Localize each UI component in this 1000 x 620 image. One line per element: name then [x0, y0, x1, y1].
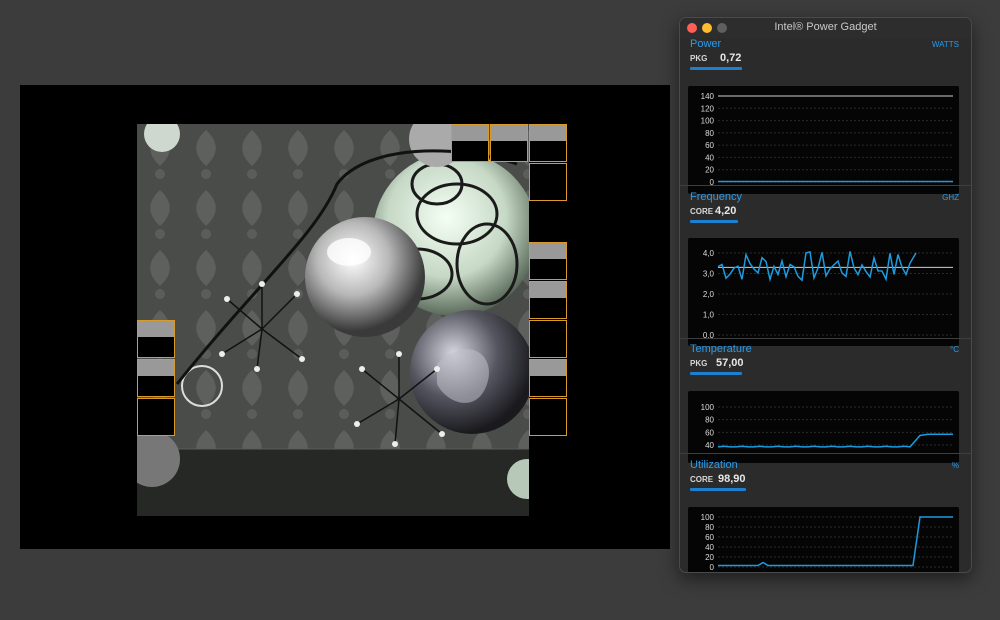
- tick-label: 20: [705, 553, 714, 562]
- utilization-graph-svg: 100806040200: [701, 513, 953, 572]
- window-title: Intel® Power Gadget: [774, 21, 877, 33]
- tick-label: 20: [705, 166, 714, 175]
- tick-label: 0: [710, 563, 715, 572]
- render-tile: [529, 163, 567, 201]
- divider: [680, 338, 971, 339]
- tick-label: 3,0: [703, 270, 715, 279]
- section-title: Power: [690, 38, 722, 50]
- tick-label: 100: [701, 403, 715, 412]
- unit-label: GHZ: [942, 193, 959, 202]
- tick-label: 40: [705, 153, 714, 162]
- section-title: Temperature: [690, 343, 752, 355]
- tick-label: 80: [705, 523, 714, 532]
- tick-label: 100: [701, 513, 715, 522]
- render-tile: [529, 398, 567, 436]
- section-title: Frequency: [690, 191, 742, 203]
- reading-label: PKG: [690, 54, 708, 63]
- power-gadget-window: Intel® Power Gadget Power WATTS PKG 0,72…: [679, 17, 972, 573]
- tick-label: 100: [701, 117, 715, 126]
- tick-label: 60: [705, 428, 714, 437]
- tick-label: 60: [705, 141, 714, 150]
- reading-underline: [690, 67, 742, 70]
- temperature-section: Temperature °C PKG 57,00 100 80 60 40: [680, 343, 971, 463]
- reading-underline: [690, 220, 738, 223]
- tick-label: 1,0: [703, 311, 715, 320]
- tick-label: 120: [701, 104, 715, 113]
- render-tile: [529, 281, 567, 319]
- render-tile: [490, 124, 528, 162]
- power-graph: 140 120 100 80 60 40 20 0: [688, 86, 959, 194]
- reading-value: 98,90: [718, 473, 746, 485]
- render-tile: [529, 242, 567, 280]
- section-title: Utilization: [690, 459, 738, 471]
- tick-label: 80: [705, 129, 714, 138]
- render-tile: [451, 124, 489, 162]
- reading-underline: [690, 372, 742, 375]
- reading-label: PKG: [690, 359, 708, 368]
- tick-label: 40: [705, 543, 714, 552]
- utilization-graph: 100 80 60 40 20 0: [688, 507, 959, 572]
- render-tile: [529, 124, 567, 162]
- power-graph-svg: 140120100806040200: [701, 92, 953, 187]
- reading-value: 0,72: [720, 52, 742, 64]
- tick-label: 140: [701, 92, 715, 101]
- render-tile: [529, 359, 567, 397]
- reading-value: 4,20: [715, 205, 737, 217]
- frequency-graph: 4,0 3,0 2,0 1,0 0,0: [688, 238, 959, 346]
- render-scene: [137, 124, 529, 516]
- series-line: [717, 250, 917, 283]
- render-image: [137, 124, 567, 516]
- render-tile: [529, 320, 567, 358]
- divider: [680, 453, 971, 454]
- tick-label: 60: [705, 533, 714, 542]
- render-viewer-window: [20, 85, 670, 549]
- reading-value: 57,00: [716, 357, 744, 369]
- utilization-section: Utilization % CORE 98,90 100 80 60 40 20 0: [680, 459, 971, 572]
- render-tile: [137, 398, 175, 436]
- unit-label: °C: [950, 345, 959, 354]
- reading-label: CORE: [690, 475, 714, 484]
- tick-label: 2,0: [703, 290, 715, 299]
- frequency-section: Frequency GHZ CORE 4,20 4,0 3,0 2,0 1,0 0,0: [680, 191, 971, 346]
- unit-label: %: [951, 461, 959, 470]
- render-tile: [137, 359, 175, 397]
- title-bar[interactable]: Intel® Power Gadget: [680, 18, 971, 38]
- unit-label: WATTS: [931, 40, 959, 49]
- power-section: Power WATTS PKG 0,72 140 120 100 80 60 40 20 0: [680, 38, 971, 194]
- divider: [680, 185, 971, 186]
- reading-label: CORE: [690, 207, 714, 216]
- frequency-graph-svg: 4,03,02,01,00,0: [703, 249, 953, 340]
- series-line: [718, 516, 953, 567]
- tick-label: 80: [705, 416, 714, 425]
- render-tile: [137, 320, 175, 358]
- tick-label: 40: [705, 441, 714, 450]
- reading-underline: [690, 488, 746, 491]
- tick-label: 4,0: [703, 249, 715, 258]
